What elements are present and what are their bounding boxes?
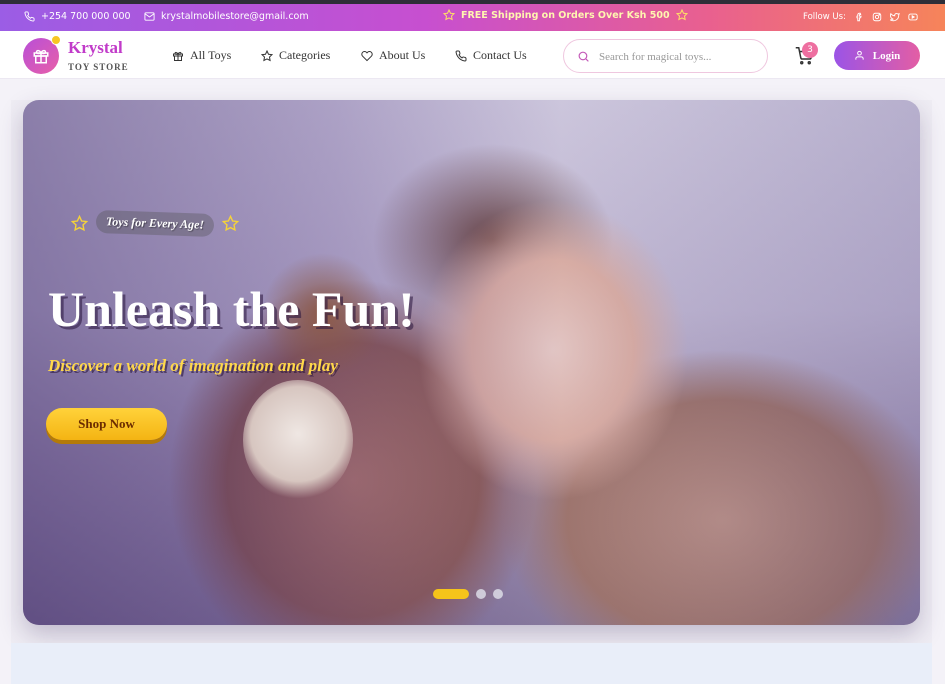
login-button[interactable]: Login [834,41,920,70]
next-section-preview [11,643,932,684]
twitter-icon[interactable] [888,12,900,22]
social-follow: Follow Us: [803,12,918,22]
star-icon [261,49,273,61]
search-icon [578,51,589,62]
cart-count-badge: 3 [802,42,818,58]
carousel-dot-3[interactable] [493,589,503,599]
main-navigation: Krystal TOY STORE All Toys Categories Ab… [0,31,945,79]
gift-icon [33,49,49,64]
star-icon [443,9,455,21]
gift-icon [173,51,183,61]
search-box[interactable] [563,39,768,73]
nav-link-contact-us[interactable]: Contact Us [455,48,527,63]
star-icon [71,215,88,232]
follow-label: Follow Us: [803,12,846,22]
search-input[interactable] [599,48,759,66]
phone-icon [455,49,467,61]
user-icon [855,50,864,60]
carousel-dot-1[interactable] [433,589,469,599]
nav-link-about-us[interactable]: About Us [361,48,425,63]
phone-number: +254 700 000 000 [41,11,131,22]
instagram-icon[interactable] [872,12,882,22]
carousel-indicators [433,589,503,599]
phone-icon [24,11,35,22]
nav-link-categories[interactable]: Categories [261,48,330,63]
hero-content: Toys for Every Age! Unleash the Fun! Dis… [23,100,920,625]
mail-icon [144,12,155,21]
nav-link-label: About Us [379,48,426,62]
phone-contact[interactable]: +254 700 000 000 [24,11,131,22]
announcement-bar: +254 700 000 000 krystalmobilestore@gmai… [0,4,945,31]
nav-link-label: All Toys [190,48,232,62]
age-tag: Toys for Every Age! [71,209,240,238]
hero-subheadline: Discover a world of imagination and play [48,356,338,375]
hero-headline: Unleash the Fun! [48,281,415,337]
email-address: krystalmobilestore@gmail.com [161,11,309,22]
brand-name[interactable]: Krystal [68,38,123,58]
hero-banner: Toys for Every Age! Unleash the Fun! Dis… [23,100,920,625]
sparkle-badge [51,35,61,45]
youtube-icon[interactable] [908,12,918,22]
brand-tagline: TOY STORE [68,62,129,72]
carousel-dot-2[interactable] [476,589,486,599]
age-tag-text: Toys for Every Age! [95,209,215,238]
shop-now-button[interactable]: Shop Now [46,408,167,440]
nav-link-all-toys[interactable]: All Toys [172,48,231,63]
nav-link-label: Contact Us [473,48,527,62]
heart-icon [361,50,373,61]
shipping-promo: FREE Shipping on Orders Over Ksh 500 [443,9,688,21]
shipping-text: FREE Shipping on Orders Over Ksh 500 [461,9,670,21]
nav-link-label: Categories [279,48,331,62]
star-icon [222,215,240,232]
email-contact[interactable]: krystalmobilestore@gmail.com [144,11,309,22]
star-icon [675,9,688,21]
login-label: Login [872,49,901,62]
facebook-icon[interactable] [854,12,864,22]
